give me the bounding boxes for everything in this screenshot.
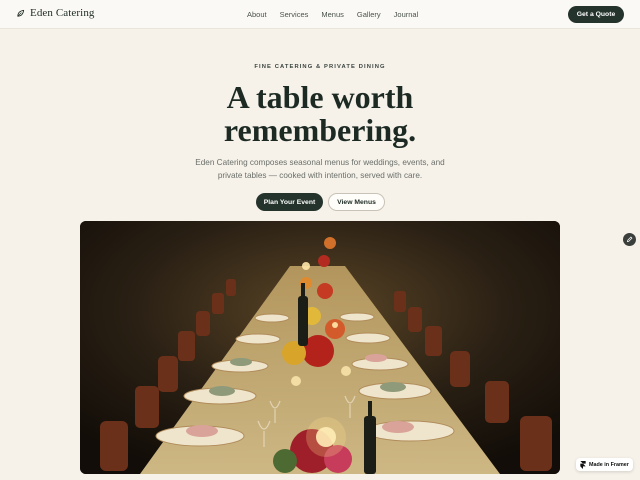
nav-link-services[interactable]: Services [280,10,309,19]
pencil-icon [626,236,633,243]
made-in-framer-badge[interactable]: Made in Framer [576,458,633,471]
nav-link-gallery[interactable]: Gallery [357,10,381,19]
nav-links: About Services Menus Gallery Journal [247,10,418,19]
hero-kicker: FINE CATERING & PRIVATE DINING [254,64,386,70]
headline-line-2: remembering. [223,112,417,148]
nav-link-journal[interactable]: Journal [394,10,419,19]
framer-icon [580,460,586,469]
hero-image [80,221,560,474]
get-quote-button[interactable]: Get a Quote [568,6,624,23]
plan-event-button[interactable]: Plan Your Event [256,193,323,211]
headline-line-1: A table worth [226,79,414,115]
top-nav: Eden Catering About Services Menus Galle… [0,0,640,29]
badge-label: Made in Framer [589,461,629,468]
hero-subtitle: Eden Catering composes seasonal menus fo… [195,158,445,180]
brand[interactable]: Eden Catering [16,7,95,19]
view-menus-button[interactable]: View Menus [328,193,385,211]
nav-link-menus[interactable]: Menus [321,10,344,19]
edit-fab[interactable] [623,233,636,246]
leaf-icon [17,9,25,17]
nav-link-about[interactable]: About [247,10,267,19]
hero-headline: A table worth remembering. [0,81,640,147]
brand-name: Eden Catering [30,7,95,19]
